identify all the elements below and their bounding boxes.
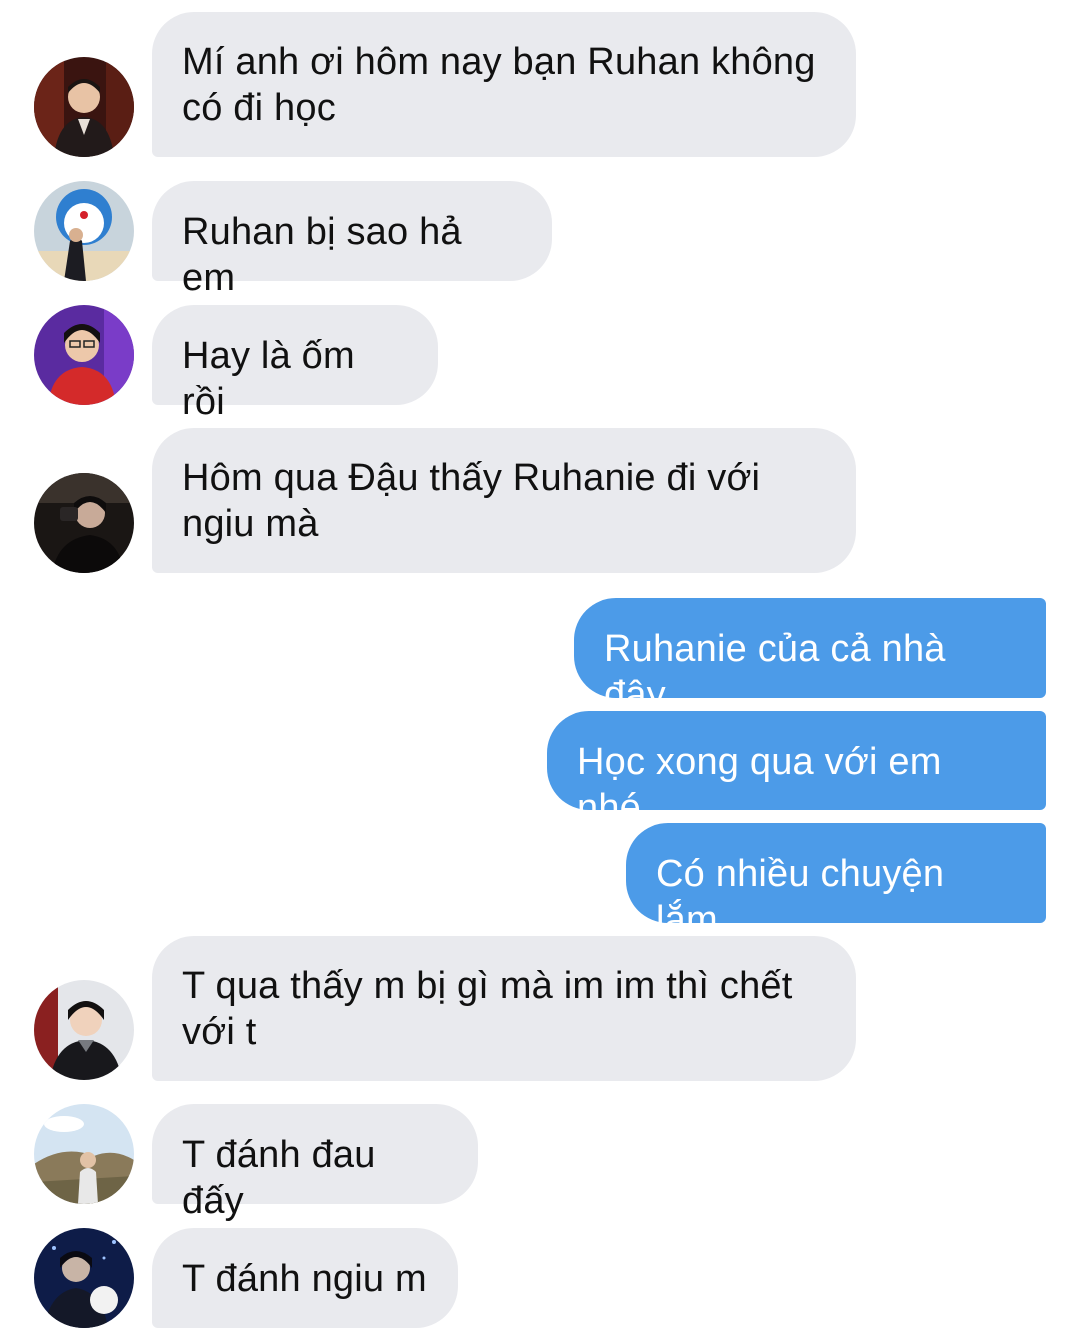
avatar-photo-icon <box>34 1104 134 1204</box>
avatar[interactable] <box>34 1104 134 1204</box>
message-text: Mí anh ơi hôm nay bạn Ruhan không có đi … <box>182 41 816 129</box>
message-bubble[interactable]: Mí anh ơi hôm nay bạn Ruhan không có đi … <box>152 12 856 157</box>
avatar[interactable] <box>34 305 134 405</box>
avatar-photo-icon <box>34 57 134 157</box>
message-text: Có nhiều chuyện lắm <box>656 853 955 941</box>
avatar[interactable] <box>34 1228 134 1328</box>
message-text: T đánh ngiu m <box>182 1258 427 1300</box>
message-bubble[interactable]: Hay là ốm rồi <box>152 305 438 423</box>
avatar[interactable] <box>34 980 134 1080</box>
message-bubble[interactable]: Ruhan bị sao hả em <box>152 181 552 299</box>
avatar-photo-icon <box>34 1228 134 1328</box>
message-bubble[interactable]: T đánh ngiu m <box>152 1228 458 1328</box>
message-text: Hay là ốm rồi <box>182 335 366 423</box>
message-text: T qua thấy m bị gì mà im im thì chết với… <box>182 965 793 1053</box>
message-bubble[interactable]: Hôm qua Đậu thấy Ruhanie đi với ngiu mà <box>152 428 856 573</box>
message-text: Học xong qua với em nhé <box>577 741 953 829</box>
message-text: Ruhanie của cả nhà đây <box>604 628 957 716</box>
message-text: Ruhan bị sao hả em <box>182 211 473 299</box>
avatar-photo-icon <box>34 473 134 573</box>
message-text: Hôm qua Đậu thấy Ruhanie đi với ngiu mà <box>182 457 761 545</box>
message-bubble[interactable]: Ruhanie của cả nhà đây <box>574 598 1046 716</box>
message-bubble[interactable]: Có nhiều chuyện lắm <box>626 823 1046 941</box>
avatar[interactable] <box>34 473 134 573</box>
avatar-photo-icon <box>34 181 134 281</box>
message-text: T đánh đau đấy <box>182 1134 387 1222</box>
message-bubble[interactable]: T qua thấy m bị gì mà im im thì chết với… <box>152 936 856 1081</box>
avatar[interactable] <box>34 181 134 281</box>
avatar[interactable] <box>34 57 134 157</box>
avatar-photo-icon <box>34 980 134 1080</box>
avatar-photo-icon <box>34 305 134 405</box>
message-bubble[interactable]: T đánh đau đấy <box>152 1104 478 1222</box>
message-bubble[interactable]: Học xong qua với em nhé <box>547 711 1046 829</box>
